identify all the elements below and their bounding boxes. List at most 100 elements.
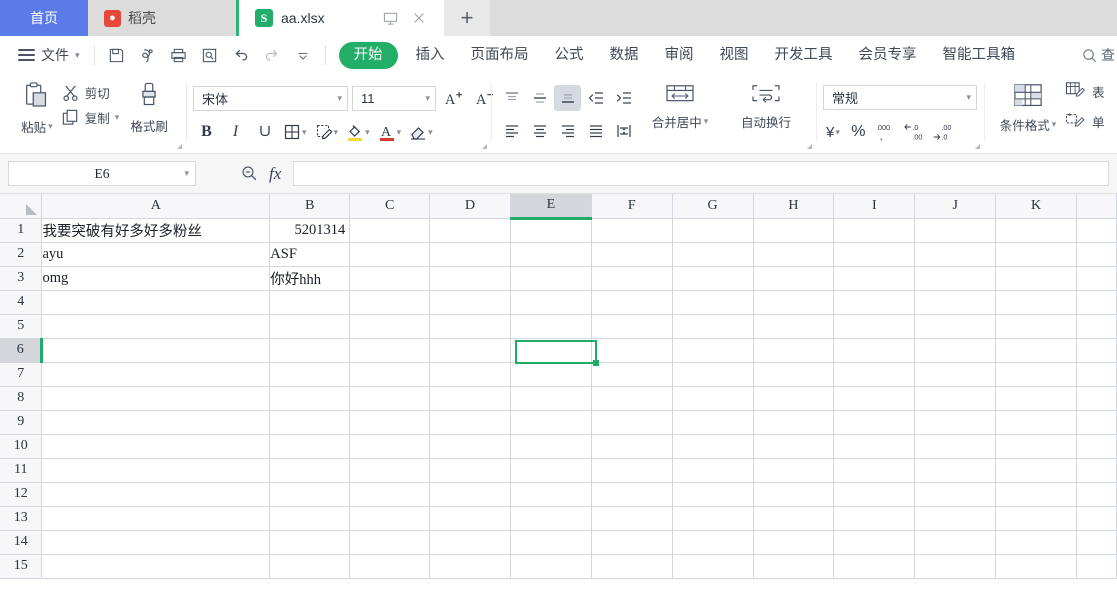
print-preview-icon[interactable] (196, 41, 224, 69)
print-icon[interactable] (165, 41, 193, 69)
clear-format-button[interactable]: ▾ (406, 119, 436, 145)
align-left-button[interactable] (498, 118, 525, 144)
cell-E7[interactable] (510, 362, 592, 387)
cell-A12[interactable] (41, 482, 271, 507)
merge-center-button[interactable]: 合并居中 ▾ (637, 77, 723, 144)
italic-button[interactable]: I (222, 119, 249, 145)
row-header-14[interactable]: 14 (0, 530, 43, 555)
cell-C2[interactable] (349, 242, 431, 267)
cell-G15[interactable] (672, 554, 754, 579)
cell-H12[interactable] (753, 482, 835, 507)
cell-C8[interactable] (349, 386, 431, 411)
cell-A1[interactable]: 我要突破有好多好多粉丝 (41, 218, 271, 243)
cell-A14[interactable] (41, 530, 271, 555)
present-icon[interactable] (383, 11, 398, 26)
cell-E4[interactable] (510, 290, 592, 315)
column-header-C[interactable]: C (349, 194, 431, 219)
cell-C6[interactable] (349, 338, 431, 363)
cell-H5[interactable] (753, 314, 835, 339)
cell-I14[interactable] (833, 530, 916, 555)
cell-extra[interactable] (1076, 482, 1117, 507)
name-box[interactable]: E6 ▾ (8, 161, 196, 186)
cell-extra[interactable] (1076, 458, 1117, 483)
cell-F9[interactable] (591, 410, 673, 435)
cell-B8[interactable] (269, 386, 351, 411)
cell-A8[interactable] (41, 386, 271, 411)
cell-J11[interactable] (914, 458, 997, 483)
cell-C13[interactable] (349, 506, 431, 531)
tab-smart-toolbox[interactable]: 智能工具箱 (930, 36, 1029, 74)
column-header-D[interactable]: D (429, 194, 511, 219)
cell-F13[interactable] (591, 506, 673, 531)
paste-button[interactable]: 粘贴 ▾ (7, 77, 61, 136)
cell-H6[interactable] (753, 338, 835, 363)
cell-H2[interactable] (753, 242, 835, 267)
cell-E3[interactable] (510, 266, 592, 291)
cut-button[interactable]: 剪切 (61, 83, 120, 102)
cell-C15[interactable] (349, 554, 431, 579)
cell-C9[interactable] (349, 410, 431, 435)
cell-K5[interactable] (995, 314, 1077, 339)
cell-extra[interactable] (1076, 530, 1117, 555)
cell-A11[interactable] (41, 458, 271, 483)
cell-extra[interactable] (1076, 410, 1117, 435)
cell-F12[interactable] (591, 482, 673, 507)
cell-E14[interactable] (510, 530, 592, 555)
cell-H13[interactable] (753, 506, 835, 531)
underline-button[interactable] (251, 119, 278, 145)
cell-D12[interactable] (429, 482, 511, 507)
cell-J13[interactable] (914, 506, 997, 531)
tab-view[interactable]: 视图 (707, 36, 762, 74)
cell-J10[interactable] (914, 434, 997, 459)
cell-F15[interactable] (591, 554, 673, 579)
tab-page-layout[interactable]: 页面布局 (458, 36, 542, 74)
cell-H11[interactable] (753, 458, 835, 483)
save-icon[interactable] (103, 41, 131, 69)
cell-E9[interactable] (510, 410, 592, 435)
cell-K3[interactable] (995, 266, 1077, 291)
align-bottom-button[interactable] (554, 85, 581, 111)
cell-K4[interactable] (995, 290, 1077, 315)
cell-B4[interactable] (269, 290, 351, 315)
copy-button[interactable]: 复制 ▾ (61, 108, 119, 127)
font-size-select[interactable]: 11 ▾ (352, 85, 436, 111)
increase-decimal-button[interactable]: .00.0 (932, 119, 959, 145)
cell-C1[interactable] (349, 218, 431, 243)
cell-B1[interactable]: 5201314 (269, 218, 351, 243)
cell-F6[interactable] (591, 338, 673, 363)
cell-C5[interactable] (349, 314, 431, 339)
cell-C4[interactable] (349, 290, 431, 315)
tab-member-exclusive[interactable]: 会员专享 (846, 36, 930, 74)
undo-icon[interactable] (227, 41, 255, 69)
cell-J12[interactable] (914, 482, 997, 507)
borders-button[interactable]: ▾ (280, 119, 310, 145)
cell-extra[interactable] (1076, 506, 1117, 531)
cell-C12[interactable] (349, 482, 431, 507)
cell-G1[interactable] (672, 218, 754, 243)
currency-format-button[interactable]: ¥ ▾ (823, 119, 843, 145)
cell-D6[interactable] (429, 338, 511, 363)
cell-D15[interactable] (429, 554, 511, 579)
cell-J3[interactable] (914, 266, 997, 291)
cell-A2[interactable]: ayu (41, 242, 271, 267)
cell-G3[interactable] (672, 266, 754, 291)
cell-H1[interactable] (753, 218, 835, 243)
cell-E13[interactable] (510, 506, 592, 531)
cell-I10[interactable] (833, 434, 916, 459)
cell-E11[interactable] (510, 458, 592, 483)
cell-G6[interactable] (672, 338, 754, 363)
number-format-select[interactable]: 常规 ▾ (823, 85, 977, 110)
tab-docer[interactable]: ● 稻壳 (88, 0, 236, 36)
export-pdf-icon[interactable] (134, 41, 162, 69)
cell-K6[interactable] (995, 338, 1077, 363)
cell-G2[interactable] (672, 242, 754, 267)
row-header-6[interactable]: 6 (0, 338, 44, 363)
cell-F7[interactable] (591, 362, 673, 387)
cell-D8[interactable] (429, 386, 511, 411)
cell-F4[interactable] (591, 290, 673, 315)
cell-J6[interactable] (914, 338, 997, 363)
cell-E1[interactable] (510, 218, 592, 243)
cell-style-button[interactable]: 单 (1065, 111, 1105, 131)
cell-E5[interactable] (510, 314, 592, 339)
align-center-button[interactable] (526, 118, 553, 144)
